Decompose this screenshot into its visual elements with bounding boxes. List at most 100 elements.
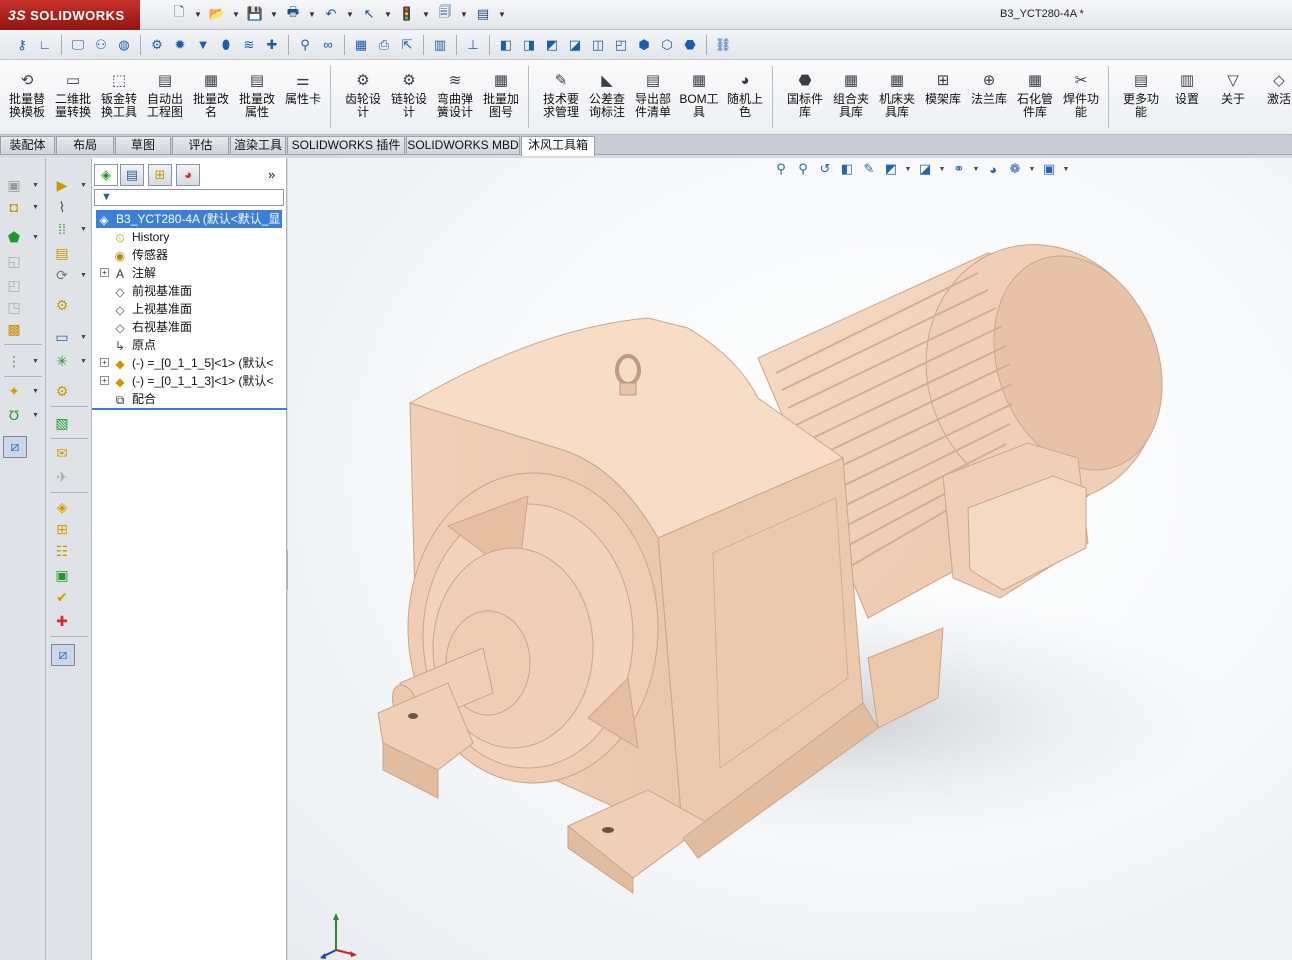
smart-fasteners-icon[interactable]: ◱ — [4, 252, 24, 270]
dropdown-caret-icon[interactable]: ▼ — [270, 4, 278, 24]
feature-tree-tab-icon[interactable]: ◈ — [94, 164, 118, 186]
tab-7[interactable]: SOLIDWORKS MBD — [406, 136, 520, 154]
clearance-icon[interactable]: ✉ — [52, 444, 72, 462]
cube-trimetric-icon[interactable]: ⬣ — [680, 35, 700, 55]
open-folder-icon[interactable]: 📂 — [206, 4, 228, 24]
tab-2[interactable]: 布局 — [56, 136, 114, 154]
gear-options-icon[interactable]: ⚙ — [147, 35, 167, 55]
tree-root-assembly[interactable]: ◈ B3_YCT280-4A (默认<默认_显 — [96, 210, 283, 228]
insert-component-icon[interactable]: ▣ — [4, 176, 24, 194]
graphics-area[interactable]: ⚲ ⚲ ↺ ◧ ✎ ◩ ▼ ◪ ▼ ⚭ ▼ ◕ ❁ ▼ ▣ ▼ — [288, 158, 1292, 960]
save-icon[interactable]: 💾 — [244, 4, 266, 24]
cmd-flange-library-button[interactable]: ⊕ 法兰库 — [966, 72, 1012, 106]
cmd-mold-base-library-button[interactable]: ⊞ 模架库 — [920, 72, 966, 106]
dropdown-caret-icon[interactable]: ▼ — [32, 388, 39, 395]
property-manager-tab-icon[interactable]: ▤ — [120, 164, 144, 186]
expand-toggle-icon[interactable]: + — [100, 376, 109, 385]
cmd-standard-parts-library-button[interactable]: ⬣ 国标件库 — [782, 72, 828, 119]
dropdown-caret-icon[interactable]: ▼ — [80, 272, 87, 279]
section-properties-icon[interactable]: ⊞ — [52, 520, 72, 538]
dropdown-caret-icon[interactable]: ▼ — [32, 204, 39, 211]
curves-icon[interactable]: Ʊ — [4, 406, 24, 424]
cmd-random-color-button[interactable]: ◕ 随机上色 — [722, 72, 768, 119]
tree-item-top-plane[interactable]: ◇ 上视基准面 — [112, 300, 192, 318]
cmd-fixture-library-button[interactable]: ▦ 组合夹 具库 — [828, 72, 874, 119]
cmd-auto-drawing-button[interactable]: ▤ 自动出 工程图 — [142, 72, 188, 119]
tree-item-component[interactable]: + ◆ (-) =_[0_1_1_3]<1> (默认< — [100, 372, 273, 390]
export-icon[interactable]: ⇱ — [397, 35, 417, 55]
dropdown-caret-icon[interactable]: ▼ — [80, 358, 87, 365]
cube-dimetric-icon[interactable]: ⬡ — [657, 35, 677, 55]
file-properties-icon[interactable]: 🗐 — [434, 4, 456, 24]
gear-motor-model[interactable] — [288, 158, 1292, 960]
gear-mate-icon[interactable]: ⚙ — [52, 382, 72, 400]
pdf-export-icon[interactable]: ▭ — [52, 328, 72, 346]
tab-4[interactable]: 评估 — [172, 136, 229, 154]
tree-filter-input[interactable]: ▼ — [94, 189, 284, 206]
cmd-bom-tool-button[interactable]: ▦ BOM工具 — [676, 72, 722, 119]
mate-icon[interactable]: ◘ — [4, 198, 24, 216]
dropdown-caret-icon[interactable]: ▼ — [460, 4, 468, 24]
dropdown-caret-icon[interactable]: ▼ — [32, 412, 39, 419]
cmd-about-button[interactable]: ▽ 关于 — [1210, 72, 1256, 106]
cmd-tech-requirements-button[interactable]: ✎ 技术要 求管理 — [538, 72, 584, 119]
new-document-icon[interactable]: 🗋 — [168, 4, 190, 24]
expand-toggle-icon[interactable]: + — [100, 268, 109, 277]
add-icon[interactable]: ✚ — [52, 612, 72, 630]
dropdown-caret-icon[interactable]: ▼ — [308, 4, 316, 24]
tab-8[interactable]: 沐风工具箱 — [521, 136, 595, 156]
cmd-more-functions-button[interactable]: ▤ 更多功能 — [1118, 72, 1164, 119]
dropdown-caret-icon[interactable]: ▼ — [32, 234, 39, 241]
globe-icon[interactable]: ◍ — [114, 35, 134, 55]
assembly-visualization-icon[interactable]: ☷ — [52, 542, 72, 560]
cmd-2d-batch-convert-button[interactable]: ▭ 二维批 量转换 — [50, 72, 96, 119]
pin-icon[interactable]: ⬮ — [216, 35, 236, 55]
spring-icon[interactable]: ≋ — [239, 35, 259, 55]
check-icon[interactable]: ✔ — [52, 588, 72, 606]
rebuild-traffic-light-icon[interactable]: 🚦 — [396, 4, 418, 24]
cross-icon[interactable]: ✚ — [262, 35, 282, 55]
cmd-sheetmetal-convert-button[interactable]: ⬚ 钣金转 换工具 — [96, 72, 142, 119]
cmd-weldment-button[interactable]: ✂ 焊件功能 — [1058, 72, 1104, 119]
cmd-pipe-fittings-library-button[interactable]: ▦ 石化管 件库 — [1012, 72, 1058, 119]
dropdown-caret-icon[interactable]: ▼ — [80, 226, 87, 233]
tree-item-component[interactable]: + ◆ (-) =_[0_1_1_5]<1> (默认< — [100, 354, 273, 372]
undo-icon[interactable]: ↶ — [320, 4, 342, 24]
instant3d-icon[interactable]: ⧄ — [51, 644, 75, 666]
sketch-line-icon[interactable]: ∟ — [35, 35, 55, 55]
edit-component-icon[interactable]: ▶ — [52, 176, 72, 194]
dropdown-caret-icon[interactable]: ▼ — [32, 358, 39, 365]
cube-iso-icon[interactable]: ⬢ — [634, 35, 654, 55]
monitor-icon[interactable]: 🖵 — [68, 35, 88, 55]
cmd-settings-button[interactable]: ▥ 设置 — [1164, 72, 1210, 106]
mass-properties-icon[interactable]: ◈ — [52, 498, 72, 516]
cube-back-icon[interactable]: ◨ — [519, 35, 539, 55]
configuration-manager-tab-icon[interactable]: ⊞ — [148, 164, 172, 186]
show-hidden-icon[interactable]: ◳ — [4, 298, 24, 316]
cog-icon[interactable]: ✹ — [170, 35, 190, 55]
rotate-component-icon[interactable]: ⟳ — [52, 266, 72, 284]
move-component-icon[interactable]: ◰ — [4, 276, 24, 294]
tab-1[interactable]: 装配体 — [0, 136, 55, 154]
print-icon[interactable]: ⎙ — [374, 35, 394, 55]
cmd-machine-fixture-library-button[interactable]: ▦ 机床夹 具库 — [874, 72, 920, 119]
dropdown-caret-icon[interactable]: ▼ — [194, 4, 202, 24]
cmd-property-card-button[interactable]: ⚌ 属性卡 — [280, 72, 326, 106]
dropdown-caret-icon[interactable]: ▼ — [422, 4, 430, 24]
cmd-tolerance-query-button[interactable]: ◣ 公差查 询标注 — [584, 72, 630, 119]
solidworks-logo[interactable]: 3S SOLIDWORKS — [0, 0, 140, 30]
excel-icon[interactable]: ▦ — [351, 35, 371, 55]
tree-item-sensors[interactable]: ◉ 传感器 — [112, 246, 168, 264]
dropdown-caret-icon[interactable]: ▼ — [232, 4, 240, 24]
expand-panel-icon[interactable]: » — [268, 167, 275, 182]
cmd-batch-properties-button[interactable]: ▤ 批量改 属性 — [234, 72, 280, 119]
cmd-batch-drawing-number-button[interactable]: ▦ 批量加 图号 — [478, 72, 524, 119]
tree-item-annotations[interactable]: + A 注解 — [100, 264, 156, 282]
print-icon[interactable]: 🖶 — [282, 4, 304, 24]
tree-item-history[interactable]: ⏲ History — [112, 228, 169, 246]
cube-left-icon[interactable]: ◩ — [542, 35, 562, 55]
instant3d-icon[interactable]: ⧄ — [3, 436, 27, 458]
calculator-icon[interactable]: ▥ — [430, 35, 450, 55]
cube-bottom-icon[interactable]: ◰ — [611, 35, 631, 55]
binoculars-icon[interactable]: ∞ — [318, 35, 338, 55]
